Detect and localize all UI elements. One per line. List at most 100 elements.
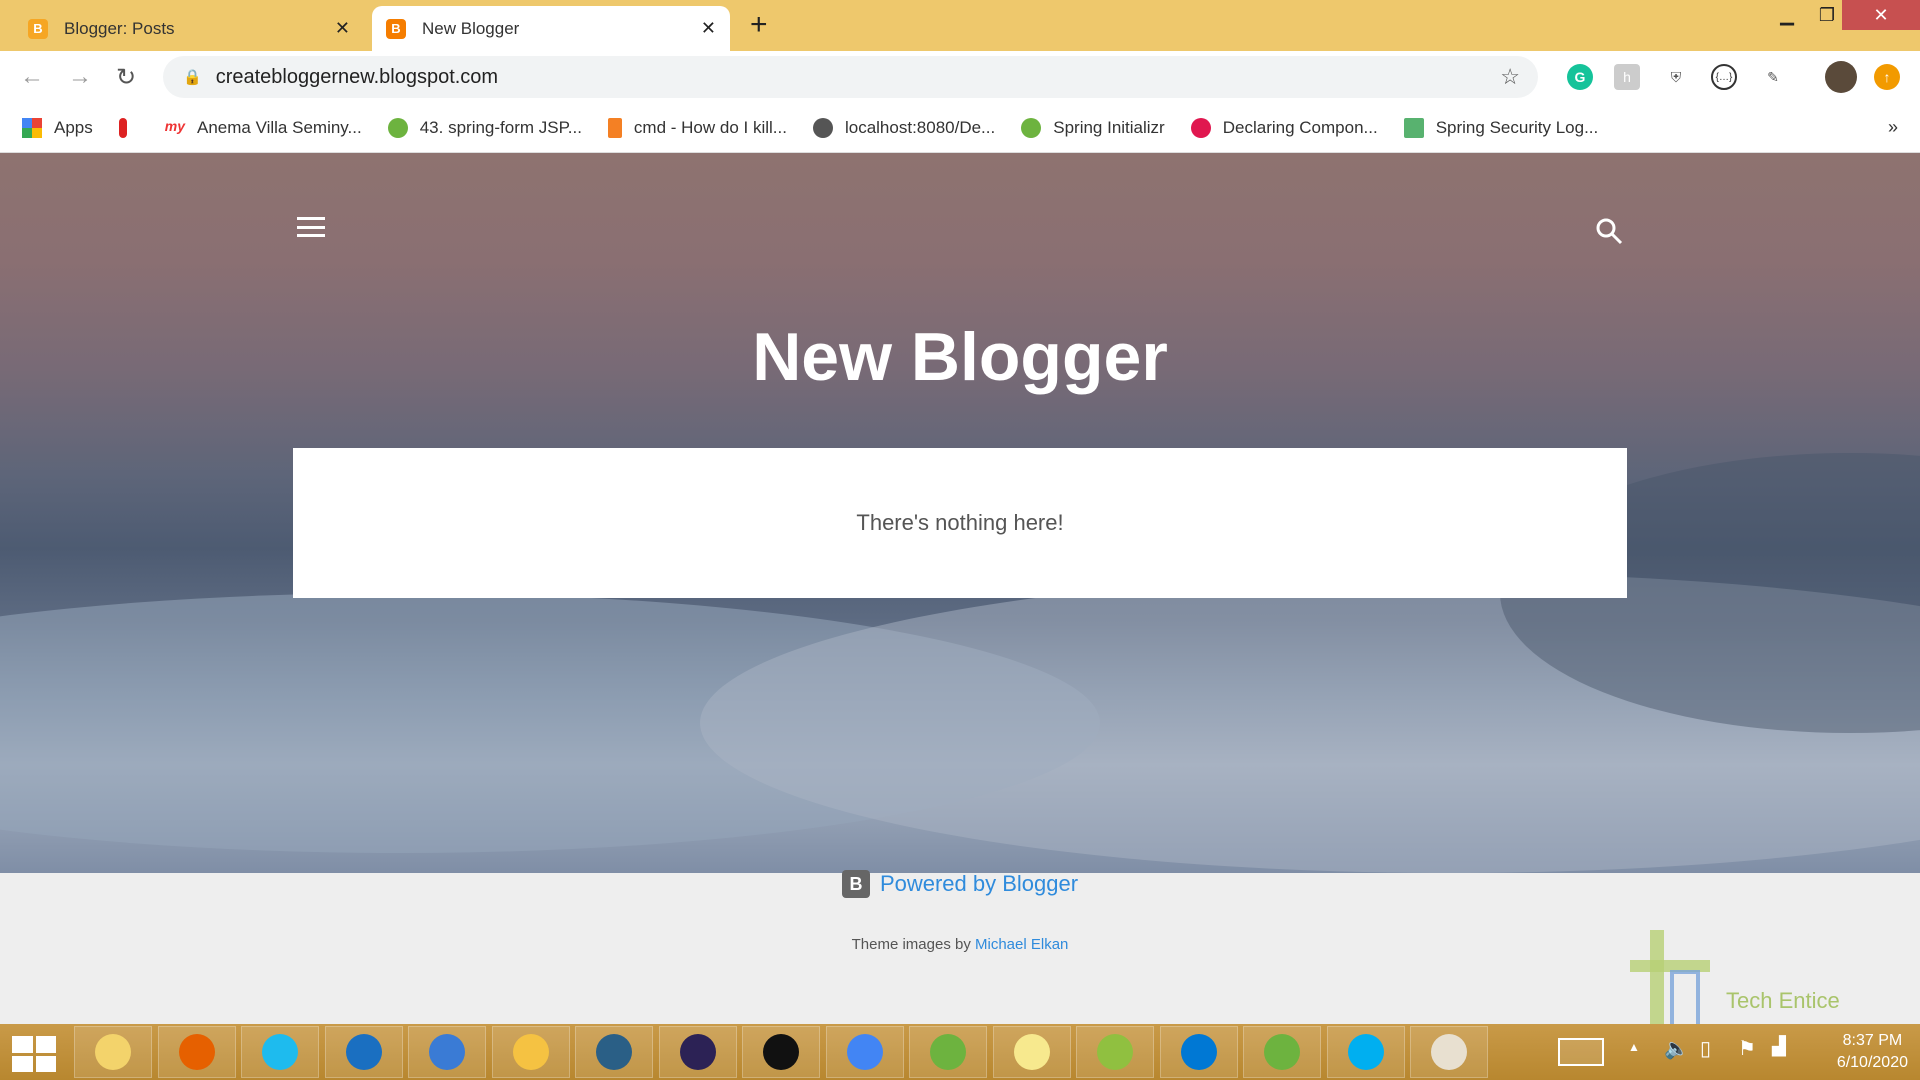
blog-title[interactable]: New Blogger: [0, 318, 1920, 396]
blogger-icon: B: [28, 18, 48, 39]
address-bar[interactable]: 🔒 createbloggernew.blogspot.com ☆: [163, 56, 1538, 98]
clock[interactable]: 8:37 PM 6/10/2020: [1837, 1030, 1908, 1074]
bookmark-anema[interactable]: my Anema Villa Seminy...: [165, 118, 362, 138]
power-icon[interactable]: ▯: [1700, 1036, 1711, 1061]
tech-entice-watermark: Tech Entice: [1630, 930, 1850, 1050]
search-icon[interactable]: [1594, 216, 1624, 246]
powered-by-text: Powered by Blogger: [879, 871, 1079, 896]
taskbar-paint[interactable]: [1410, 1026, 1488, 1078]
reload-icon[interactable]: ↻: [116, 63, 136, 92]
bookmark-label: Spring Security Log...: [1435, 117, 1599, 137]
bookmark-label: Spring Initializr: [1053, 117, 1165, 137]
bookmark-flame[interactable]: [118, 117, 139, 138]
bookmark-label: Apps: [54, 117, 93, 137]
taskbar-firefox[interactable]: [157, 1026, 236, 1078]
play-icon: [1190, 117, 1211, 138]
network-icon[interactable]: ▟: [1772, 1036, 1786, 1057]
taskbar-internet-explorer[interactable]: [241, 1026, 319, 1078]
remote-desktop-icon: [429, 1034, 465, 1070]
taskbar-vscode[interactable]: [1159, 1026, 1238, 1078]
volume-icon[interactable]: 🔈: [1664, 1036, 1689, 1061]
json-viewer-icon[interactable]: {…}: [1711, 64, 1737, 90]
taskbar-spring-tool-suite[interactable]: [909, 1026, 987, 1078]
keyboard-icon[interactable]: [1558, 1038, 1604, 1066]
bookmark-label: 43. spring-form JSP...: [419, 117, 582, 137]
back-icon[interactable]: ←: [20, 63, 44, 91]
taskbar-skype[interactable]: [1326, 1026, 1405, 1078]
new-tab-button[interactable]: +: [750, 8, 768, 42]
start-button[interactable]: [12, 1036, 56, 1072]
eyedropper-icon[interactable]: ✎: [1760, 64, 1786, 90]
bookmark-apps[interactable]: Apps: [22, 117, 93, 138]
menu-button[interactable]: [297, 217, 325, 237]
bookmarks-bar: Apps my Anema Villa Seminy... 43. spring-…: [0, 103, 1920, 153]
powered-by-blogger-link[interactable]: B Powered by Blogger: [0, 870, 1920, 898]
skype-icon: [1347, 1034, 1384, 1070]
taskbar-spring-tool-suite-2[interactable]: [1243, 1026, 1321, 1078]
clock-time: 8:37 PM: [1842, 1032, 1903, 1049]
taskbar-file-explorer[interactable]: [74, 1026, 152, 1078]
stackoverflow-icon: [607, 117, 622, 138]
url-text: createbloggernew.blogspot.com: [215, 65, 499, 88]
taskbar-chrome[interactable]: [825, 1026, 904, 1078]
spring-tool-suite-2-icon: [1264, 1034, 1300, 1070]
flame-icon: [118, 117, 127, 138]
update-icon[interactable]: ↑: [1874, 64, 1900, 90]
taskbar-mysql-workbench[interactable]: [575, 1026, 653, 1078]
action-center-flag-icon[interactable]: ⚑: [1738, 1036, 1756, 1061]
forward-icon[interactable]: →: [68, 63, 92, 91]
grammarly-icon[interactable]: G: [1567, 64, 1593, 90]
bookmark-localhost[interactable]: localhost:8080/De...: [812, 117, 995, 138]
close-tab-icon[interactable]: ✕: [335, 18, 350, 39]
tools-icon: [512, 1034, 549, 1070]
bookmark-star-icon[interactable]: ☆: [1500, 64, 1520, 90]
bookmark-declaring[interactable]: Declaring Compon...: [1190, 117, 1378, 138]
mysql-workbench-icon: [596, 1034, 632, 1070]
taskbar-remote-desktop[interactable]: [408, 1026, 486, 1078]
spring-icon: [1021, 117, 1042, 138]
taskbar-eclipse[interactable]: [658, 1026, 737, 1078]
cmd-icon: [763, 1034, 799, 1070]
file-explorer-icon: [95, 1034, 131, 1070]
tab-new-blogger[interactable]: B New Blogger ✕: [372, 6, 730, 51]
avatar[interactable]: [1825, 61, 1857, 93]
tab-title: New Blogger: [422, 18, 520, 38]
close-tab-icon[interactable]: ✕: [701, 18, 716, 39]
tab-title: Blogger: Posts: [64, 18, 175, 38]
clock-date: 6/10/2020: [1836, 1054, 1908, 1071]
eclipse-icon: [679, 1034, 716, 1070]
thunderbird-icon: [345, 1034, 382, 1070]
posts-container: There's nothing here!: [293, 448, 1627, 598]
taskbar-thunderbird[interactable]: [324, 1026, 403, 1078]
bookmark-label: Anema Villa Seminy...: [196, 117, 362, 137]
more-bookmarks-button[interactable]: »: [1888, 117, 1898, 138]
tab-blogger-posts[interactable]: B Blogger: Posts ✕: [14, 6, 364, 51]
notepad-plus-plus-icon: [1097, 1034, 1133, 1070]
taskbar-notepad-plus-plus[interactable]: [1076, 1026, 1154, 1078]
taskbar-tools[interactable]: [491, 1026, 570, 1078]
blog-header: New Blogger There's nothing here!: [0, 153, 1920, 873]
honey-icon[interactable]: h: [1614, 64, 1640, 90]
bookmark-spring-form[interactable]: 43. spring-form JSP...: [387, 117, 582, 138]
taskbar-sticky-notes[interactable]: [992, 1026, 1071, 1078]
my-logo-icon: my: [164, 117, 185, 134]
taskbar: ▲ 🔈 ▯ ⚑ ▟ 8:37 PM 6/10/2020: [0, 1024, 1920, 1080]
empty-message: There's nothing here!: [856, 510, 1064, 535]
bookmark-spring-security[interactable]: Spring Security Log...: [1403, 117, 1599, 138]
internet-explorer-icon: [262, 1034, 298, 1070]
blogger-icon: B: [386, 18, 406, 39]
show-hidden-icons[interactable]: ▲: [1628, 1040, 1640, 1054]
taskbar-cmd[interactable]: [742, 1026, 820, 1078]
bookmark-label: Declaring Compon...: [1222, 117, 1378, 137]
leaf-icon: [1403, 117, 1424, 138]
theme-author-link[interactable]: Michael Elkan: [975, 936, 1068, 953]
watermark-text: Tech Entice: [1726, 988, 1840, 1013]
tab-strip: B Blogger: Posts ✕ B New Blogger ✕ + ▁ ❐…: [0, 0, 1920, 51]
globe-icon: [812, 117, 833, 138]
bookmark-spring-initializr[interactable]: Spring Initializr: [1021, 117, 1165, 138]
firefox-icon: [178, 1034, 215, 1070]
bookmark-cmd[interactable]: cmd - How do I kill...: [607, 117, 787, 138]
close-window-button[interactable]: ✕: [1842, 0, 1920, 30]
toolbar: ← → ↻ 🔒 createbloggernew.blogspot.com ☆ …: [0, 51, 1920, 103]
adblock-icon[interactable]: ⛨: [1663, 64, 1689, 90]
